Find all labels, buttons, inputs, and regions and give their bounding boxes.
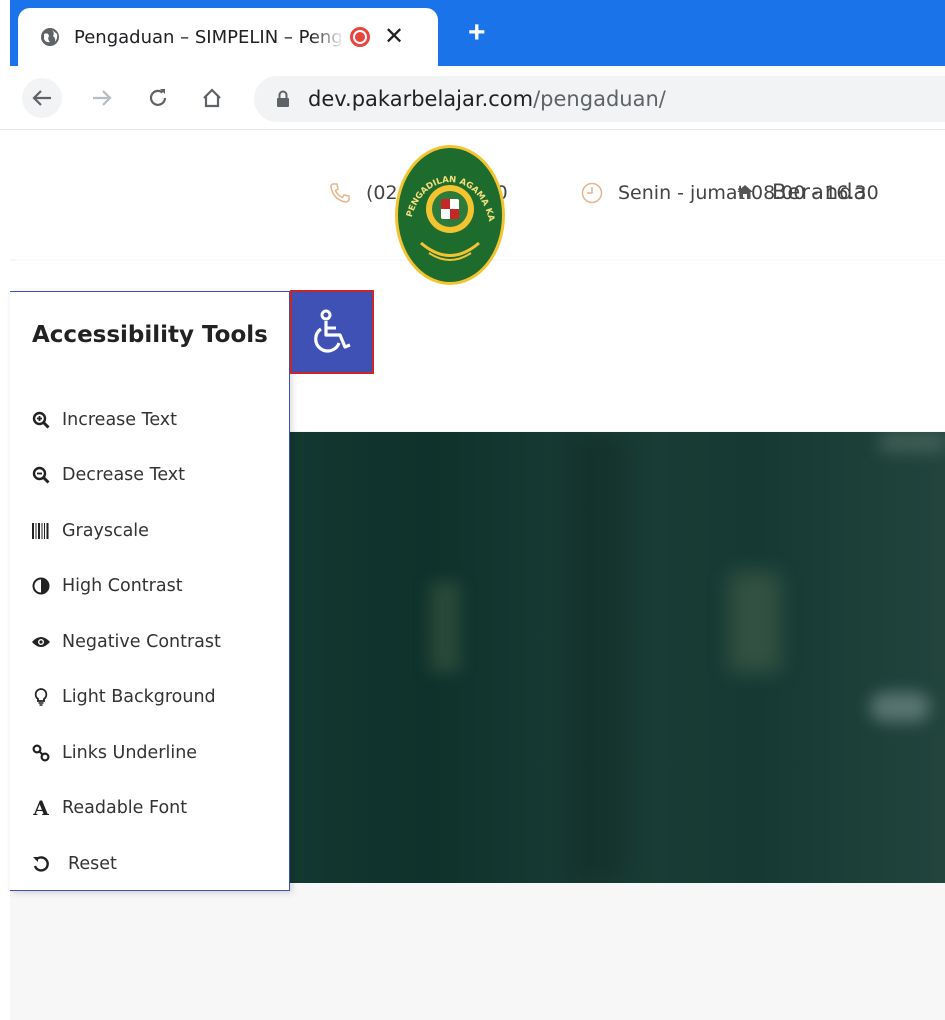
new-tab-button[interactable]: + [468, 18, 486, 48]
recording-icon [350, 27, 370, 47]
home-icon [203, 88, 221, 108]
tab-close-button[interactable]: ✕ [384, 25, 404, 49]
eye-icon [30, 631, 52, 653]
acc-negative-contrast[interactable]: Negative Contrast [30, 614, 221, 670]
reload-button[interactable] [138, 78, 178, 118]
lock-icon [277, 90, 289, 107]
home-button[interactable] [192, 78, 232, 118]
reload-icon [149, 89, 167, 106]
wheelchair-icon [314, 309, 351, 353]
acc-item-label: High Contrast [62, 576, 183, 597]
acc-decrease-text[interactable]: Decrease Text [30, 448, 221, 504]
contrast-icon [30, 575, 52, 597]
tab-bar-edge [0, 0, 10, 66]
acc-item-label: Light Background [62, 687, 216, 708]
acc-item-label: Negative Contrast [62, 631, 221, 652]
zoom-in-icon [30, 409, 52, 431]
acc-high-contrast[interactable]: High Contrast [30, 559, 221, 615]
nav-beranda-label: Beranda [772, 180, 868, 204]
acc-grayscale[interactable]: Grayscale [30, 503, 221, 559]
acc-item-label: Links Underline [62, 742, 198, 763]
barcode-icon [30, 520, 52, 542]
acc-light-background[interactable]: Light Background [30, 670, 221, 726]
accessibility-panel: Accessibility Tools Increase Text Decrea… [10, 291, 290, 891]
reset-icon [30, 853, 52, 875]
home-icon [737, 185, 753, 199]
phone-icon [330, 183, 350, 203]
forward-button[interactable] [82, 78, 122, 118]
link-icon [30, 742, 52, 764]
accessibility-toggle-button[interactable] [290, 290, 374, 374]
zoom-out-icon [30, 464, 52, 486]
acc-readable-font[interactable]: A Readable Font [30, 781, 221, 837]
acc-reset[interactable]: Reset [30, 836, 221, 892]
acc-item-label: Readable Font [62, 798, 188, 819]
acc-links-underline[interactable]: Links Underline [30, 725, 221, 781]
globe-icon [41, 28, 59, 46]
browser-tab-active[interactable]: Pengaduan – SIMPELIN – Pengaduan ✕ [18, 8, 438, 66]
acc-item-label: Grayscale [62, 520, 149, 541]
acc-item-label: Reset [68, 853, 117, 874]
back-button[interactable] [22, 78, 62, 118]
font-icon: A [33, 796, 49, 821]
accessibility-list: Increase Text Decrease Text Grayscale Hi… [30, 392, 221, 892]
clock-icon [581, 182, 603, 204]
acc-item-label: Decrease Text [62, 465, 186, 486]
nav-beranda[interactable]: Beranda [736, 180, 867, 204]
acc-item-label: Increase Text [62, 409, 178, 430]
accessibility-title: Accessibility Tools [32, 322, 268, 348]
url-path: /pengaduan/ [533, 87, 666, 111]
arrow-left-icon [32, 90, 51, 106]
tab-title: Pengaduan – SIMPELIN – Pengaduan [74, 26, 344, 48]
browser-tab-bar: Pengaduan – SIMPELIN – Pengaduan ✕ + [0, 0, 945, 66]
arrow-right-icon [93, 90, 112, 106]
acc-increase-text[interactable]: Increase Text [30, 392, 221, 448]
court-logo[interactable]: PENGADILAN AGAMA KARAWANG [393, 143, 507, 288]
address-bar[interactable]: dev.pakarbelajar.com/pengaduan/ [254, 76, 945, 122]
lightbulb-icon [30, 686, 52, 708]
browser-toolbar: dev.pakarbelajar.com/pengaduan/ [0, 66, 945, 130]
url-host: dev.pakarbelajar.com [308, 87, 534, 111]
